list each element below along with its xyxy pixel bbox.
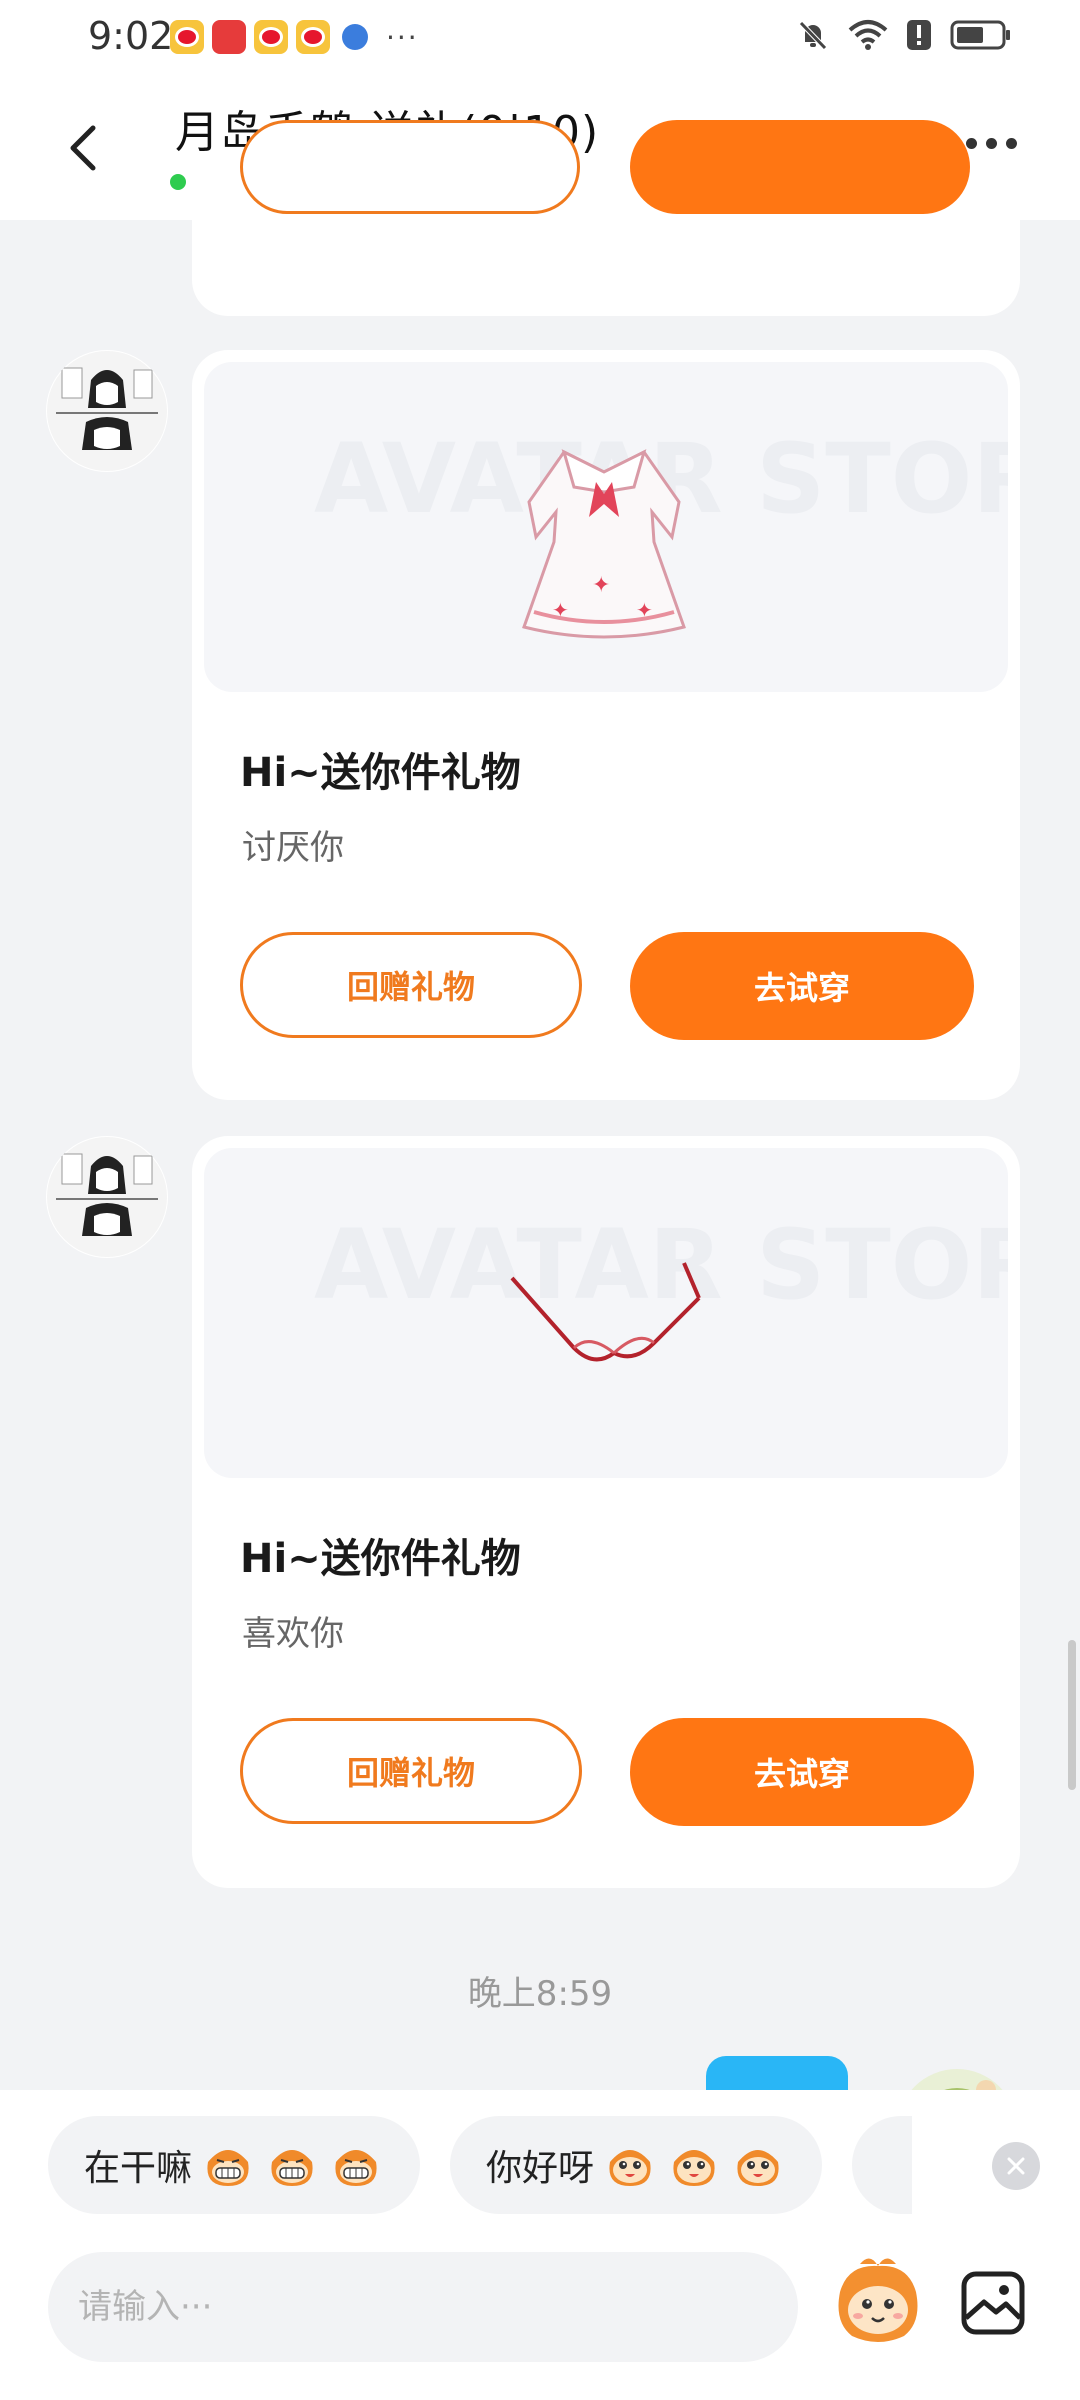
globe-icon [342, 24, 368, 50]
image-picker-icon[interactable] [958, 2268, 1028, 2338]
try-on-button[interactable]: 去试穿 [630, 932, 974, 1040]
smiling-monkey-icon [737, 2150, 779, 2186]
quick-reply-chip-partial[interactable] [852, 2116, 913, 2214]
try-on-button-partial[interactable] [630, 120, 970, 214]
gift-card: AVATAR STORE Hi~送你件礼物 喜欢你 回赠礼物 去试穿 [192, 1136, 1020, 1888]
gift-title: Hi~送你件礼物 [240, 1536, 521, 1582]
try-on-button[interactable]: 去试穿 [630, 1718, 974, 1826]
bell-muted-icon [799, 21, 827, 50]
gift-title: Hi~送你件礼物 [240, 750, 521, 796]
return-gift-button-partial[interactable] [240, 120, 580, 214]
sailor-dress-icon: ✦ ✦ ✦ [522, 449, 686, 639]
notification-icons: ··· [170, 20, 419, 54]
message-input-box[interactable] [48, 2252, 798, 2362]
more-notifications-icon: ··· [386, 20, 419, 54]
wifi-icon [848, 20, 888, 50]
more-options-icon[interactable] [966, 138, 1017, 149]
quick-reply-chip[interactable]: 你好呀 [450, 2116, 823, 2214]
gift-image[interactable]: AVATAR STORE [204, 1148, 1008, 1478]
svg-text:✦: ✦ [552, 598, 569, 622]
previous-gift-card [192, 120, 1020, 316]
grinning-monkey-icon [207, 2150, 249, 2186]
return-gift-button[interactable]: 回赠礼物 [240, 1718, 582, 1824]
svg-text:✦: ✦ [636, 598, 653, 622]
red-glasses-icon [510, 1262, 701, 1362]
weibo-icon [254, 20, 288, 54]
status-bar: 9:02 ··· [0, 0, 1080, 78]
online-dot-icon [170, 174, 186, 190]
alert-icon [907, 20, 931, 50]
gift-message: 讨厌你 [242, 828, 344, 868]
quick-replies: 在干嘛 你好呀 [48, 2116, 913, 2214]
message-input[interactable] [48, 2252, 798, 2362]
quick-reply-text: 你好呀 [486, 2148, 595, 2189]
sender-avatar[interactable] [46, 1136, 168, 1258]
grinning-monkey-icon [271, 2150, 313, 2186]
scrollbar-thumb[interactable] [1068, 1640, 1076, 1790]
return-gift-button[interactable]: 回赠礼物 [240, 932, 582, 1038]
system-icons [796, 18, 1012, 52]
message-timestamp: 晚上8:59 [467, 1974, 613, 2014]
quick-reply-text: 在干嘛 [84, 2148, 193, 2189]
smiling-monkey-icon [609, 2150, 651, 2186]
back-icon[interactable] [55, 118, 115, 178]
gift-card: AVATAR STORE ✦ ✦ ✦ Hi~送你件礼物 讨厌你 回赠礼物 去试穿 [192, 350, 1020, 1100]
gift-message: 喜欢你 [242, 1614, 344, 1654]
status-time: 9:02 [88, 14, 174, 58]
weibo-icon [170, 20, 204, 54]
emoji-mascot-icon[interactable] [830, 2252, 926, 2348]
quick-reply-chip[interactable]: 在干嘛 [48, 2116, 421, 2214]
gift-image[interactable]: AVATAR STORE ✦ ✦ ✦ [204, 362, 1008, 692]
battery-icon [950, 20, 1010, 50]
sender-avatar[interactable] [46, 350, 168, 472]
composer-panel: 在干嘛 你好呀 [0, 2090, 1080, 2400]
grinning-monkey-icon [335, 2150, 377, 2186]
smiling-monkey-icon [673, 2150, 715, 2186]
close-quick-replies-icon[interactable] [992, 2142, 1040, 2190]
huawei-icon [212, 20, 246, 54]
weibo-icon [296, 20, 330, 54]
svg-text:✦: ✦ [592, 573, 610, 598]
